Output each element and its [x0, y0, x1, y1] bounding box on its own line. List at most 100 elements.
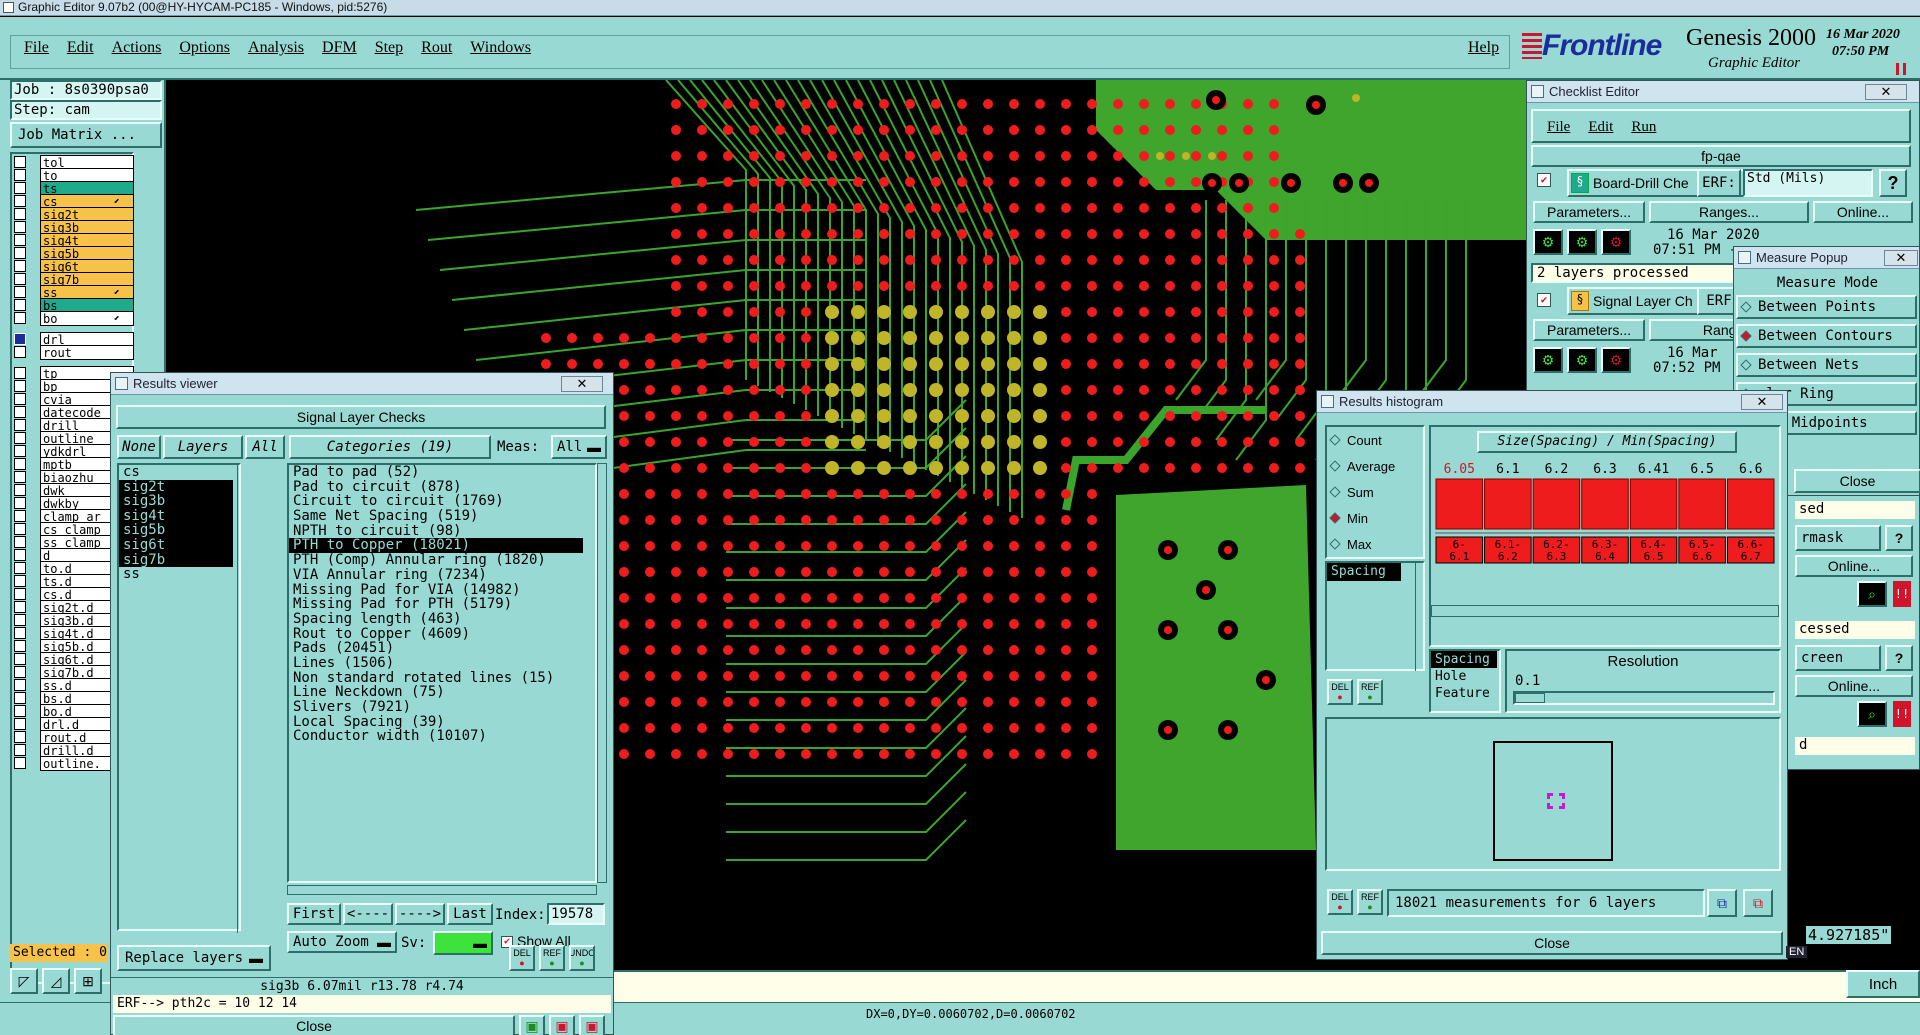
preview-del-button[interactable]: DEL ● — [1327, 889, 1353, 915]
run-all-icon[interactable]: ⚙ — [1567, 229, 1597, 255]
menu-windows[interactable]: Windows — [470, 39, 531, 57]
summary-icon-2[interactable]: ⧉ — [1743, 889, 1773, 917]
layer-name[interactable]: rout — [40, 344, 134, 360]
resolution-slider[interactable] — [1513, 691, 1775, 705]
result-layer-item[interactable]: sig7b — [119, 552, 233, 568]
item1-help-icon[interactable]: ? — [1879, 169, 1907, 197]
menu-edit[interactable]: Edit — [67, 39, 94, 57]
result-layer-item[interactable]: ss — [119, 567, 233, 582]
measure-mode-option[interactable]: Between Nets — [1736, 353, 1917, 377]
sv-color-select[interactable]: ▬ — [433, 931, 493, 955]
item2-checkbox[interactable]: ✔ — [1537, 293, 1551, 307]
run-stop-icon[interactable]: ⚙ — [1601, 347, 1631, 373]
next-button[interactable]: ----> — [395, 903, 445, 925]
del-button[interactable]: DEL ● — [509, 945, 535, 971]
side-online-2[interactable]: Online... — [1795, 675, 1913, 697]
stat-option[interactable]: Average — [1327, 453, 1423, 479]
histogram-bar[interactable] — [1435, 478, 1484, 530]
type-option[interactable]: Hole — [1431, 668, 1497, 685]
category-item[interactable]: PTH to Copper (18021) — [289, 538, 583, 554]
replace-layers-select[interactable]: Replace layers ▬ — [117, 945, 271, 971]
toolbar-icon-2[interactable]: ▣ — [549, 1015, 575, 1035]
item1-checkbox[interactable]: ✔ — [1537, 173, 1551, 187]
checklist-menu-run[interactable]: Run — [1631, 119, 1656, 141]
preview-ref-button[interactable]: REF ● — [1357, 889, 1383, 915]
category-item[interactable]: Line Neckdown (75) — [289, 685, 583, 700]
item1-erf-value[interactable]: Std (Mils) — [1743, 169, 1873, 197]
checklist-close-icon[interactable]: ✕ — [1865, 84, 1907, 100]
category-item[interactable]: Missing Pad for PTH (5179) — [289, 597, 583, 612]
category-item[interactable]: Spacing length (463) — [289, 612, 583, 627]
histogram-bar[interactable] — [1726, 478, 1775, 530]
run-icon[interactable]: ⚙ — [1533, 229, 1563, 255]
histogram-bar[interactable] — [1629, 478, 1678, 530]
grid-tool-icon[interactable]: ⊞ — [74, 968, 102, 994]
histogram-bar[interactable] — [1581, 478, 1629, 530]
menu-help[interactable]: Help — [1468, 39, 1499, 57]
item1-ranges-button[interactable]: Ranges... — [1649, 201, 1809, 223]
menu-rout[interactable]: Rout — [421, 39, 452, 57]
histogram-close-icon[interactable]: ✕ — [1741, 394, 1783, 410]
result-layer-item[interactable]: cs — [119, 465, 233, 480]
menu-options[interactable]: Options — [179, 39, 230, 57]
hist-ref-button[interactable]: REF ● — [1357, 679, 1383, 705]
layer-list-scrollbar[interactable] — [237, 463, 247, 933]
measure-type-item[interactable]: Spacing — [1327, 563, 1401, 581]
item2-parameters-button[interactable]: Parameters... — [1533, 319, 1645, 341]
category-item[interactable]: Pad to pad (52) — [289, 465, 583, 480]
measure-tool-icon[interactable]: ◿ — [42, 968, 70, 994]
toolbar-icon-1[interactable]: ▣ — [519, 1015, 545, 1035]
all-button[interactable]: All — [245, 435, 285, 459]
none-button[interactable]: None — [117, 435, 161, 459]
histogram-bar[interactable] — [1484, 478, 1532, 530]
measure-type-list[interactable]: Spacing — [1325, 561, 1425, 671]
index-input[interactable]: 19578 — [547, 903, 605, 925]
hist-del-button[interactable]: DEL ● — [1327, 679, 1353, 705]
auto-zoom-select[interactable]: Auto Zoom ▬ — [287, 931, 397, 953]
result-layer-item[interactable]: sig6t — [119, 538, 233, 553]
layers-button[interactable]: Layers — [163, 435, 243, 459]
item1-parameters-button[interactable]: Parameters... — [1533, 201, 1645, 223]
histogram-chart[interactable]: 6.056-6.16.16.1-6.26.26.2-6.36.36.3-6.46… — [1435, 457, 1775, 603]
side-fragment-5[interactable]: creen — [1795, 645, 1881, 671]
category-item[interactable]: Conductor width (10107) — [289, 729, 583, 744]
category-list[interactable]: Pad to pad (52) Pad to circuit (878) Circu… — [287, 463, 597, 883]
type-select-list[interactable]: Spacing Hole Feature — [1429, 649, 1501, 713]
meas-select[interactable]: All ▬ — [551, 435, 607, 459]
side-online-1[interactable]: Online... — [1795, 555, 1913, 577]
undo-button[interactable]: UNDO ● — [569, 945, 595, 971]
last-button[interactable]: Last — [447, 903, 493, 925]
menu-dfm[interactable]: DFM — [322, 39, 357, 57]
side-help-icon-2[interactable]: ? — [1885, 645, 1913, 671]
stat-option[interactable]: Min — [1327, 505, 1423, 531]
item1-erf-button[interactable]: ERF: — [1697, 169, 1741, 197]
category-item[interactable]: Lines (1506) — [289, 656, 583, 671]
result-layer-item[interactable]: sig2t — [119, 479, 233, 495]
category-item[interactable]: Missing Pad for VIA (14982) — [289, 582, 583, 598]
first-button[interactable]: First — [287, 903, 341, 925]
fit-view-icon[interactable]: ◸ — [10, 968, 38, 994]
menu-actions[interactable]: Actions — [112, 39, 162, 57]
stat-option[interactable]: Max — [1327, 531, 1423, 557]
side-fragment-2[interactable]: rmask — [1795, 525, 1881, 551]
category-item[interactable]: Local Spacing (39) — [289, 714, 583, 730]
side-zoom-icon-2[interactable]: ⌕ — [1857, 701, 1887, 727]
layer-row[interactable]: bo ⬋ — [14, 310, 134, 326]
ref-button[interactable]: REF ● — [539, 945, 565, 971]
measure-type-scrollbar[interactable] — [1415, 563, 1425, 671]
run-stop-icon[interactable]: ⚙ — [1601, 229, 1631, 255]
category-scrollbar[interactable] — [597, 463, 607, 883]
layer-row[interactable]: rout — [14, 344, 134, 360]
measure-close-button[interactable]: Close — [1794, 469, 1920, 493]
side-zoom-icon-1[interactable]: ⌕ — [1857, 581, 1887, 607]
menu-step[interactable]: Step — [375, 39, 403, 57]
measure-close-icon[interactable]: ✕ — [1884, 250, 1918, 266]
category-item[interactable]: Pad to circuit (878) — [289, 479, 583, 495]
result-layer-item[interactable]: sig5b — [119, 523, 233, 538]
category-item[interactable]: VIA Annular ring (7234) — [289, 568, 583, 583]
category-item[interactable]: Rout to Copper (4609) — [289, 626, 583, 642]
histogram-bar[interactable] — [1532, 478, 1581, 530]
layer-checkbox[interactable] — [14, 312, 26, 324]
layer-checkbox[interactable] — [14, 757, 26, 769]
category-item[interactable]: Circuit to circuit (1769) — [289, 494, 583, 509]
